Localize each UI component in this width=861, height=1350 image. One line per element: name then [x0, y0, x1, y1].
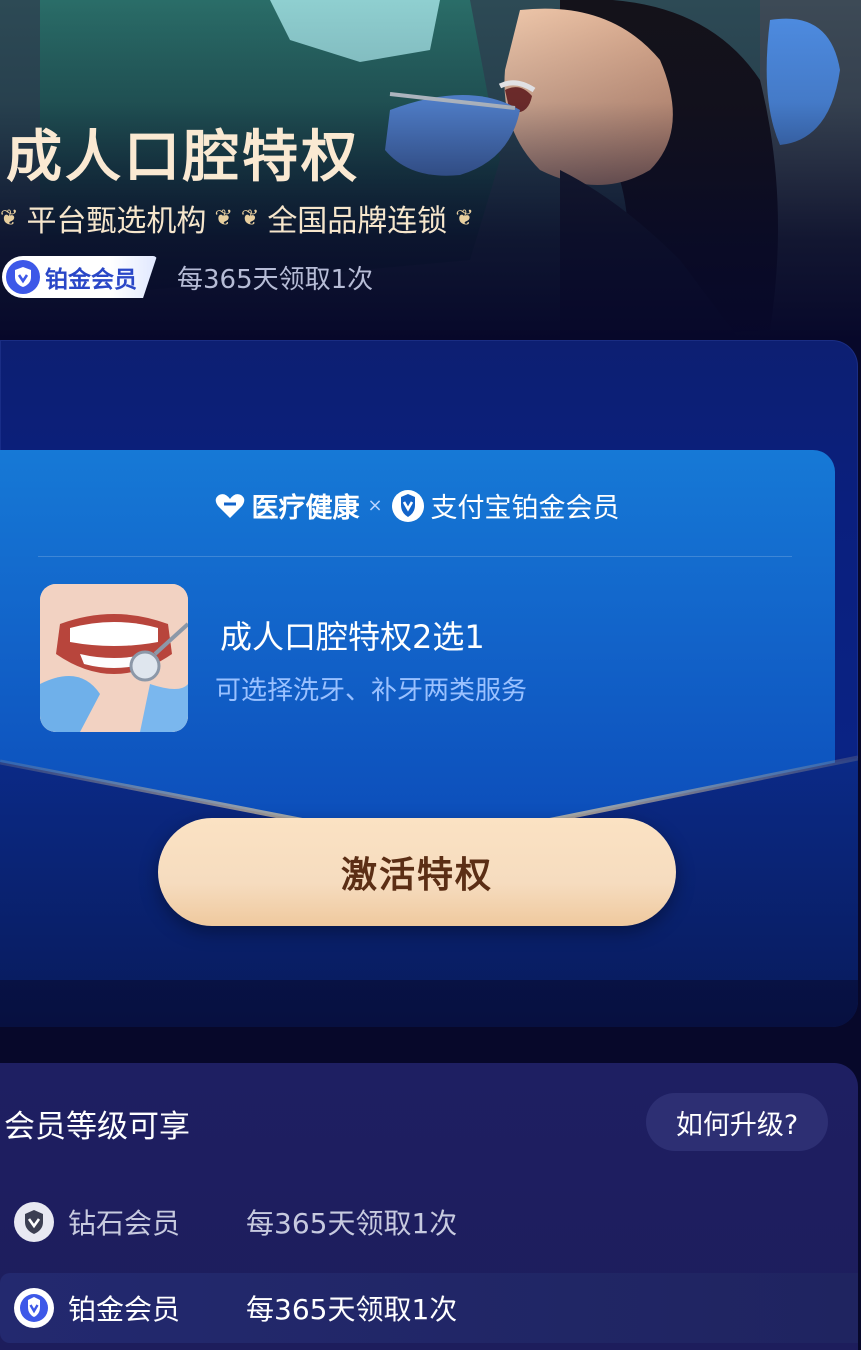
page-title: 成人口腔特权: [6, 125, 360, 190]
tier-name: 钻石会员: [68, 1207, 181, 1240]
dental-smile-thumbnail: [40, 584, 188, 732]
laurel-right-icon: ❦: [214, 205, 233, 231]
brand-right-label: 支付宝铂金会员: [430, 493, 620, 524]
brand-separator: ×: [367, 495, 383, 516]
laurel-left-icon: ❦: [240, 205, 260, 231]
hero-tags: ❦ 平台甄选机构 ❦ ❦ 全国品牌连锁 ❦: [0, 196, 474, 240]
platinum-badge-icon: [14, 1288, 54, 1328]
tag-brand-chain: 全国品牌连锁: [267, 204, 448, 239]
tier-row-diamond: 钻石会员 每365天领取1次: [0, 1187, 858, 1257]
how-to-upgrade-button[interactable]: 如何升级?: [646, 1093, 828, 1151]
laurel-left-icon: ❦: [0, 205, 19, 231]
privilege-item-description: 可选择洗牙、补牙两类服务: [215, 676, 528, 706]
tier-name: 铂金会员: [68, 1293, 181, 1326]
medical-health-brand: 医疗健康: [215, 486, 359, 525]
tier-row-platinum: 铂金会员 每365天领取1次: [0, 1273, 858, 1343]
platinum-badge-icon: [6, 260, 40, 294]
activate-privilege-button[interactable]: 激活特权: [158, 818, 676, 926]
laurel-right-icon: ❦: [455, 205, 474, 231]
brand-left-label: 医疗健康: [251, 493, 360, 524]
privilege-detail-panel: 医疗健康 × 支付宝铂金会员 成人口腔特权2选1 可选择洗牙、补牙两类服务: [0, 450, 835, 870]
heart-icon: [216, 493, 245, 518]
privilege-card: 医疗健康 × 支付宝铂金会员 成人口腔特权2选1 可选择洗牙、补牙两类服务 激活…: [0, 340, 858, 1027]
tier-frequency: 每365天领取1次: [246, 1207, 458, 1240]
section-title: 会员等级可享: [4, 1109, 190, 1145]
platinum-tier-badge: 铂金会员: [2, 256, 157, 298]
privilege-item-title: 成人口腔特权2选1: [220, 618, 485, 656]
tag-selected-institutions: 平台甄选机构: [26, 204, 207, 239]
tier-name: 铂金会员: [45, 267, 137, 293]
hero-banner: 成人口腔特权 ❦ 平台甄选机构 ❦ ❦ 全国品牌连锁 ❦ 铂金会员 每365天领…: [0, 0, 861, 340]
divider: [38, 556, 792, 557]
member-tiers-section: 会员等级可享 如何升级? 钻石会员 每365天领取1次 铂金会员 每365天领取…: [0, 1063, 858, 1350]
tier-frequency: 每365天领取1次: [246, 1293, 458, 1326]
platinum-badge-icon: [391, 489, 424, 522]
cobrand-header: 医疗健康 × 支付宝铂金会员: [0, 486, 835, 525]
diamond-badge-icon: [14, 1202, 54, 1242]
alipay-platinum-brand: 支付宝铂金会员: [391, 486, 620, 525]
claim-frequency: 每365天领取1次: [177, 264, 374, 295]
member-tier-row: 铂金会员 每365天领取1次: [2, 256, 373, 298]
